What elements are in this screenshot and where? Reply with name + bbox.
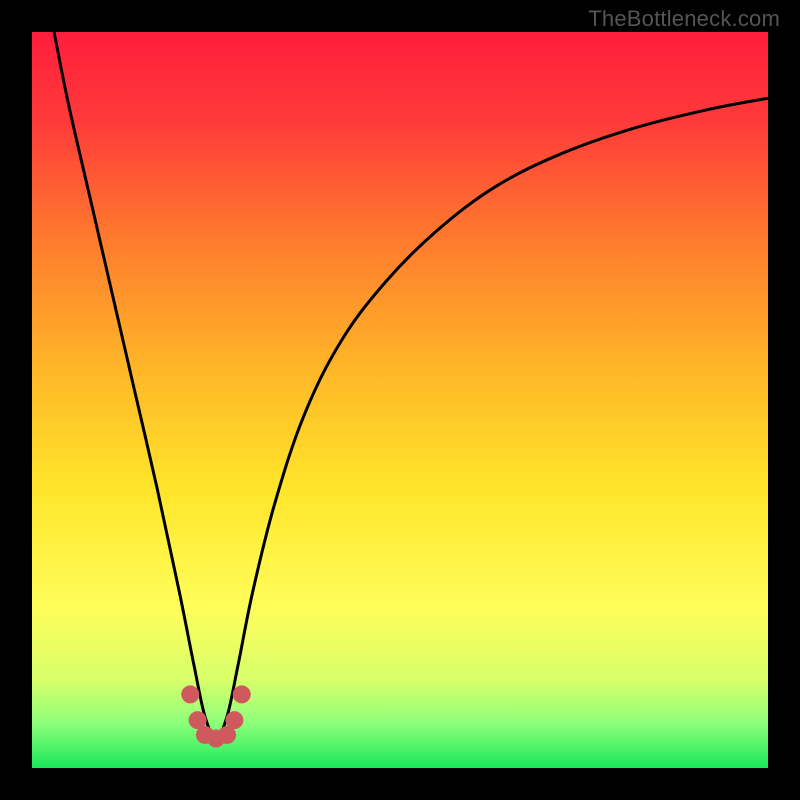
bottleneck-curve xyxy=(54,32,768,739)
chart-root: TheBottleneck.com xyxy=(0,0,800,800)
optimum-marker xyxy=(225,711,243,729)
optimum-marker xyxy=(181,685,199,703)
optimum-marker xyxy=(233,685,251,703)
curve-layer xyxy=(32,32,768,768)
watermark-text: TheBottleneck.com xyxy=(588,6,780,32)
optimum-band-markers xyxy=(181,685,251,747)
plot-area xyxy=(32,32,768,768)
